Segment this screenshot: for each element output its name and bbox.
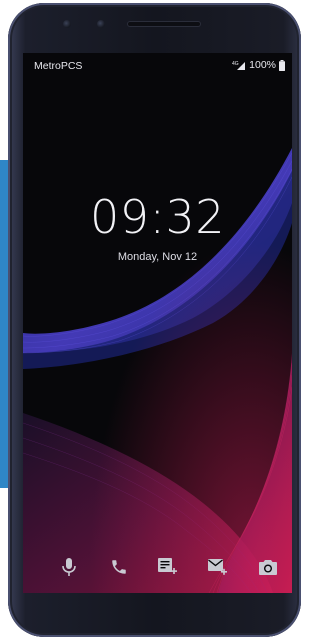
new-note-icon	[158, 558, 177, 574]
earpiece-speaker	[128, 22, 200, 26]
phone-icon	[112, 560, 126, 574]
phone-shortcut[interactable]	[105, 553, 133, 581]
signal-icon: 4G	[232, 61, 246, 70]
new-message-icon	[208, 559, 227, 575]
wallpaper	[23, 53, 292, 593]
new-message-shortcut[interactable]	[204, 553, 232, 581]
lock-screen[interactable]: MetroPCS 4G 100% 09:32 Monday, Nov 12	[23, 53, 292, 593]
voice-assistant-shortcut[interactable]	[55, 553, 83, 581]
microphone-icon	[62, 558, 76, 576]
lock-screen-clock: 09:32	[89, 190, 226, 244]
top-bezel	[8, 3, 301, 53]
status-icons: 4G 100%	[232, 59, 285, 71]
stage: MetroPCS 4G 100% 09:32 Monday, Nov 12	[0, 0, 301, 638]
carrier-name: MetroPCS	[34, 60, 83, 72]
svg-text:4G: 4G	[232, 61, 239, 67]
battery-icon	[279, 59, 285, 71]
status-bar: MetroPCS 4G 100%	[23, 53, 292, 75]
proximity-sensor-icon	[63, 20, 71, 28]
lock-screen-date: Monday, Nov 12	[117, 251, 198, 263]
new-note-shortcut[interactable]	[154, 553, 182, 581]
front-camera-icon	[97, 20, 105, 28]
phone-device: MetroPCS 4G 100% 09:32 Monday, Nov 12	[8, 3, 301, 637]
lock-screen-shortcuts	[23, 553, 292, 581]
camera-icon	[259, 560, 277, 575]
battery-percent: 100%	[249, 59, 276, 71]
bottom-bezel	[8, 593, 301, 637]
camera-shortcut[interactable]	[254, 553, 282, 581]
